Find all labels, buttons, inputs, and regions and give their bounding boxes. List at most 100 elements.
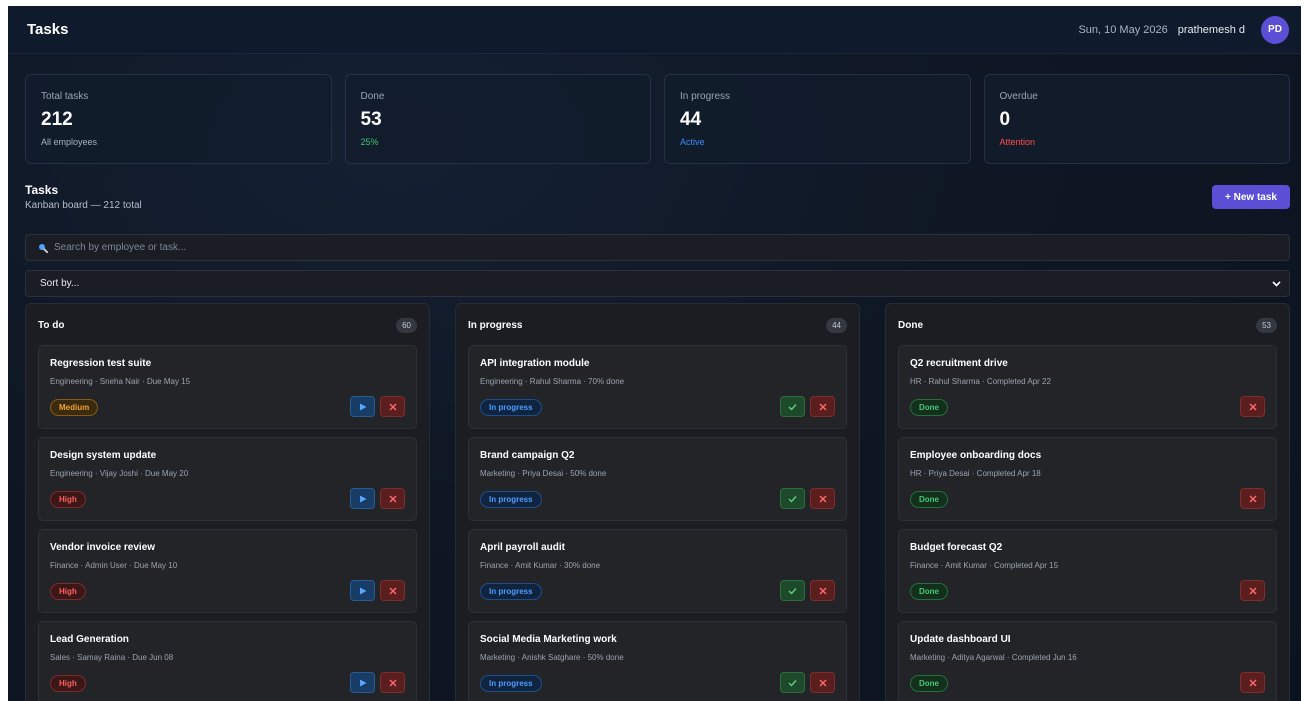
status-badge: Done [910,583,948,600]
close-icon [1249,403,1256,410]
status-badge: In progress [480,491,542,508]
stat-in-progress: In progress 44 Active [664,74,971,164]
count-badge: 44 [826,317,847,333]
task-title: Budget forecast Q2 [910,542,1003,553]
priority-badge: High [50,583,86,600]
task-meta: Finance · Amit Kumar · Completed Apr 15 [910,561,1059,570]
play-icon [359,495,366,502]
close-icon [1249,587,1256,594]
close-icon [389,587,396,594]
complete-task-button[interactable] [780,580,805,601]
stat-value: 0 [999,109,1011,130]
status-badge: Done [910,675,948,692]
search-bar[interactable] [25,234,1290,261]
stat-label: Total tasks [41,91,89,102]
task-card[interactable]: Vendor invoice review Finance · Admin Use… [38,529,417,613]
close-icon [389,679,396,686]
status-badge: Done [910,399,948,416]
app-window: Tasks Sun, 10 May 2026 prathemesh d PD T… [8,6,1301,701]
kanban-column-in-progress: In progress 44 API integration module Engin… [455,303,860,701]
task-card[interactable]: Q2 recruitment drive HR · Rahul Sharma · … [898,345,1277,429]
column-title: In progress [468,319,523,331]
task-title: Lead Generation [50,634,129,645]
delete-task-button[interactable] [380,672,405,693]
search-input[interactable] [54,242,1243,253]
delete-task-button[interactable] [1240,396,1265,417]
delete-task-button[interactable] [810,580,835,601]
card-actions [1240,672,1265,693]
priority-badge: High [50,675,86,692]
section-subtitle: Kanban board — 212 total [25,200,142,211]
task-card[interactable]: Brand campaign Q2 Marketing · Priya Desai… [468,437,847,521]
stat-value: 212 [41,109,73,130]
task-title: Regression test suite [50,358,152,369]
stat-sub: Attention [999,137,1036,147]
app-title: Tasks [27,21,69,38]
delete-task-button[interactable] [380,488,405,509]
search-icon [39,243,48,253]
top-bar: Tasks Sun, 10 May 2026 prathemesh d PD [8,6,1301,54]
stat-overdue: Overdue 0 Attention [983,74,1290,164]
task-card[interactable]: Employee onboarding docs HR · Priya Desai… [898,437,1277,521]
task-meta: Engineering · Vijay Joshi · Due May 20 [50,469,189,478]
delete-task-button[interactable] [380,396,405,417]
section-title: Tasks [25,183,59,197]
task-card[interactable]: Update dashboard UI Marketing · Aditya Ag… [898,621,1277,701]
start-task-button[interactable] [350,488,375,509]
task-title: API integration module [480,358,590,369]
complete-task-button[interactable] [780,396,805,417]
delete-task-button[interactable] [810,672,835,693]
new-task-button[interactable]: + New task [1212,185,1290,209]
card-actions [350,488,405,509]
check-icon [788,587,797,595]
task-card[interactable]: API integration module Engineering · Rahu… [468,345,847,429]
task-title: Brand campaign Q2 [480,450,575,461]
close-icon [1249,679,1256,686]
start-task-button[interactable] [350,672,375,693]
task-card[interactable]: Social Media Marketing work Marketing · A… [468,621,847,701]
delete-task-button[interactable] [810,488,835,509]
card-actions [780,672,835,693]
stat-label: In progress [680,91,731,102]
close-icon [819,587,826,594]
avatar[interactable]: PD [1261,15,1289,44]
task-meta: Engineering · Sneha Nair · Due May 15 [50,377,191,386]
delete-task-button[interactable] [1240,580,1265,601]
start-task-button[interactable] [350,396,375,417]
check-icon [788,495,797,503]
stat-value: 44 [680,109,702,130]
card-actions [780,396,835,417]
task-title: Design system update [50,450,157,461]
task-meta: Sales · Samay Raina · Due Jun 08 [50,653,174,662]
close-icon [819,495,826,502]
delete-task-button[interactable] [1240,488,1265,509]
delete-task-button[interactable] [810,396,835,417]
kanban-column-done: Done 53 Q2 recruitment drive HR · Rahul Sha… [885,303,1290,701]
task-meta: Engineering · Rahul Sharma · 70% done [480,377,625,386]
user-name[interactable]: prathemesh d [1178,24,1245,36]
column-header: Done 53 [898,316,1277,334]
column-header: In progress 44 [468,316,847,334]
task-card[interactable]: Regression test suite Engineering · Sneha… [38,345,417,429]
complete-task-button[interactable] [780,672,805,693]
task-meta: Finance · Amit Kumar · 30% done [480,561,601,570]
start-task-button[interactable] [350,580,375,601]
task-card[interactable]: Lead Generation Sales · Samay Raina · Due… [38,621,417,701]
task-card[interactable]: Design system update Engineering · Vijay … [38,437,417,521]
delete-task-button[interactable] [380,580,405,601]
task-title: April payroll audit [480,542,566,553]
current-date: Sun, 10 May 2026 [1078,23,1168,36]
task-card[interactable]: April payroll audit Finance · Amit Kumar … [468,529,847,613]
task-card[interactable]: Budget forecast Q2 Finance · Amit Kumar ·… [898,529,1277,613]
sort-select[interactable]: Sort by... [25,270,1290,297]
card-actions [350,396,405,417]
play-icon [359,403,366,410]
task-title: Social Media Marketing work [480,634,617,645]
close-icon [389,495,396,502]
complete-task-button[interactable] [780,488,805,509]
column-header: To do 60 [38,316,417,334]
task-meta: HR · Rahul Sharma · Completed Apr 22 [910,377,1051,386]
task-title: Vendor invoice review [50,542,156,553]
delete-task-button[interactable] [1240,672,1265,693]
kanban-board: To do 60 Regression test suite Engineering … [25,303,1290,701]
